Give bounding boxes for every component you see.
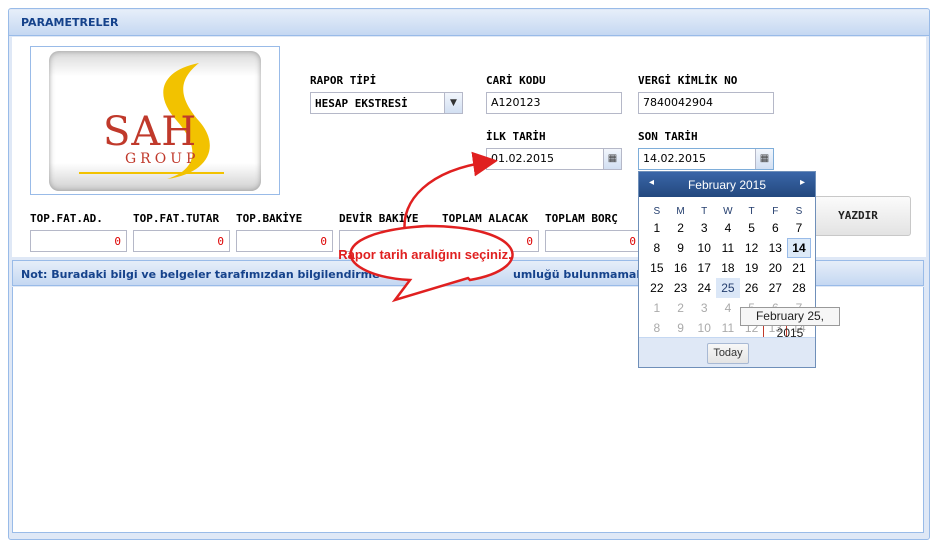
day-cell-hovered[interactable]: 25 bbox=[716, 278, 740, 298]
weekday-label: S bbox=[795, 206, 803, 217]
weekday-label: T bbox=[701, 206, 708, 217]
day-cell[interactable]: 15 bbox=[645, 258, 669, 278]
weekday-label: F bbox=[772, 206, 779, 217]
day-cell[interactable]: 24 bbox=[692, 278, 716, 298]
day-cell[interactable]: 8 bbox=[645, 238, 669, 258]
day-cell-next-month[interactable]: 10 bbox=[692, 318, 716, 338]
week-row: 15 16 17 18 19 20 21 bbox=[645, 258, 811, 278]
day-cell[interactable]: 16 bbox=[669, 258, 693, 278]
day-cell[interactable]: 13 bbox=[763, 238, 787, 258]
day-cell-next-month[interactable]: 2 bbox=[669, 298, 693, 318]
chevron-right-icon[interactable]: ▸ bbox=[800, 177, 805, 188]
day-cell[interactable]: 2 bbox=[669, 218, 693, 238]
day-cell[interactable]: 18 bbox=[716, 258, 740, 278]
day-cell[interactable]: 20 bbox=[763, 258, 787, 278]
day-cell-next-month[interactable]: 8 bbox=[645, 318, 669, 338]
day-cell[interactable]: 3 bbox=[692, 218, 716, 238]
day-cell[interactable]: 19 bbox=[740, 258, 764, 278]
week-row: 1234567 bbox=[645, 218, 811, 238]
month-label[interactable]: February 2015 bbox=[639, 178, 815, 192]
day-cell[interactable]: 6 bbox=[763, 218, 787, 238]
day-cell-next-month[interactable]: 9 bbox=[669, 318, 693, 338]
weekday-row: SMTWTFS bbox=[645, 201, 811, 217]
weekday-label: S bbox=[653, 206, 661, 217]
day-cell[interactable]: 28 bbox=[787, 278, 811, 298]
week-row: 891011121314 bbox=[645, 238, 811, 258]
week-row: 22 23 24 25 26 27 28 bbox=[645, 278, 811, 298]
day-cell-next-month[interactable]: 1 bbox=[645, 298, 669, 318]
day-cell[interactable]: 12 bbox=[740, 238, 764, 258]
date-tooltip: February 25, 2015 bbox=[740, 307, 840, 340]
day-cell-next-month[interactable]: 4 bbox=[716, 298, 740, 318]
day-cell[interactable]: 27 bbox=[763, 278, 787, 298]
weekday-label: T bbox=[748, 206, 755, 217]
weekday-label: W bbox=[723, 206, 733, 217]
day-cell[interactable]: 26 bbox=[740, 278, 764, 298]
day-cell[interactable]: 22 bbox=[645, 278, 669, 298]
day-cell-selected[interactable]: 14 bbox=[787, 238, 811, 258]
date-picker-header: ◂ February 2015 ▸ bbox=[639, 172, 815, 197]
day-cell[interactable]: 7 bbox=[787, 218, 811, 238]
day-cell[interactable]: 23 bbox=[669, 278, 693, 298]
day-cell[interactable]: 5 bbox=[740, 218, 764, 238]
day-cell-next-month[interactable]: 3 bbox=[692, 298, 716, 318]
day-cell[interactable]: 4 bbox=[716, 218, 740, 238]
day-cell-next-month[interactable]: 11 bbox=[716, 318, 740, 338]
day-cell[interactable]: 11 bbox=[716, 238, 740, 258]
callout-text: Rapor tarih aralığını seçiniz. bbox=[338, 247, 512, 262]
day-cell[interactable]: 10 bbox=[692, 238, 716, 258]
day-cell[interactable]: 17 bbox=[692, 258, 716, 278]
weekday-label: M bbox=[676, 206, 685, 217]
day-cell[interactable]: 9 bbox=[669, 238, 693, 258]
day-cell[interactable]: 1 bbox=[645, 218, 669, 238]
today-button[interactable]: Today bbox=[707, 343, 749, 364]
day-cell[interactable]: 21 bbox=[787, 258, 811, 278]
